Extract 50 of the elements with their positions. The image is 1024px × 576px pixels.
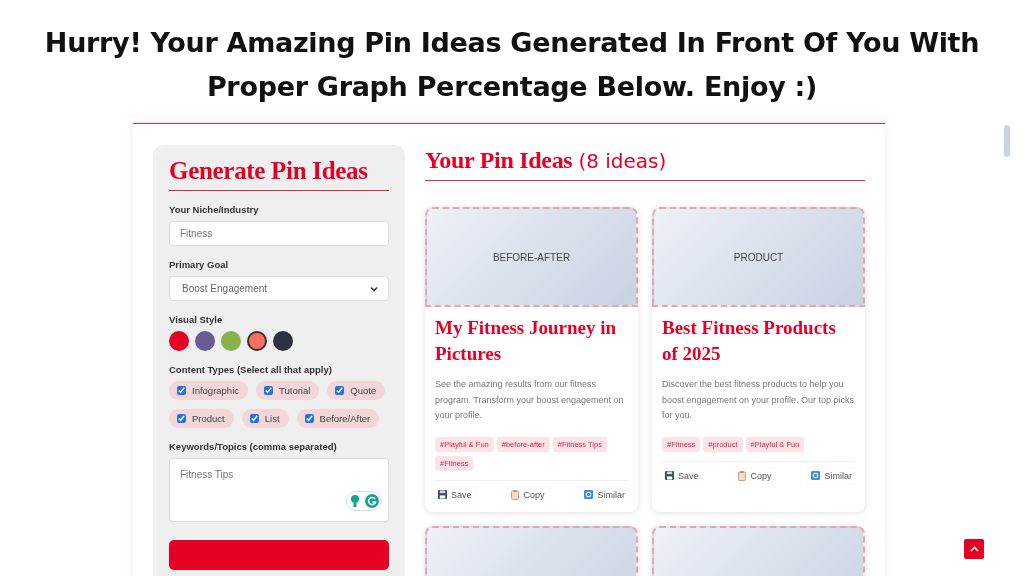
- pin-title: My Fitness Journey in Pictures: [435, 316, 618, 366]
- chevron-icon: [370, 285, 378, 292]
- checkbox[interactable]: [177, 386, 186, 395]
- color-swatch[interactable]: [169, 331, 189, 351]
- pin-description: Discover the best fitness products to help you boost engagement on your profile. Our top picks for you.: [662, 378, 855, 422]
- checkbox[interactable]: [177, 414, 186, 423]
- content-type-option[interactable]: Infographic: [169, 381, 248, 400]
- color-swatch[interactable]: [247, 331, 267, 351]
- pin-type-label: PRODUCT: [733, 251, 784, 263]
- checkbox[interactable]: [304, 414, 314, 423]
- card-action-button[interactable]: Copy: [508, 487, 548, 502]
- pin-description: See the amazing results from our fitness program. Transform your boost engagement on your profile.: [435, 378, 625, 422]
- content-type-option[interactable]: Quote: [327, 381, 386, 400]
- content-type-option[interactable]: Product: [169, 409, 234, 428]
- card-action-button[interactable]: Copy: [735, 468, 775, 483]
- card-action-button[interactable]: Similar: [581, 487, 628, 502]
- card-action-button[interactable]: Save: [435, 487, 475, 502]
- scrollbar-thumb[interactable]: [1004, 125, 1010, 157]
- idea-count: (8 ideas): [578, 149, 667, 173]
- color-swatch[interactable]: [195, 331, 215, 351]
- back-to-top-button[interactable]: [964, 539, 984, 559]
- target-square-icon: [811, 471, 821, 480]
- form-title: Generate Pin Ideas: [169, 157, 389, 191]
- clipboard-icon: [738, 470, 747, 481]
- checkbox[interactable]: [249, 414, 259, 423]
- keywords-field[interactable]: Fitness Tips: [169, 458, 389, 522]
- field-label: Visual Style: [169, 314, 224, 325]
- pin-type-label: BEFORE-AFTER: [492, 251, 571, 263]
- target-square-icon: [584, 490, 594, 499]
- goal-dropdown[interactable]: Boost Engagement: [169, 276, 389, 301]
- clipboard-icon: [511, 489, 520, 500]
- checkbox[interactable]: [264, 386, 273, 395]
- content-type-option[interactable]: List: [241, 409, 289, 428]
- field-label: Keywords/Topics (comma separated): [169, 441, 338, 452]
- card-action-button[interactable]: Similar: [808, 468, 855, 483]
- content-type-option[interactable]: Tutorial: [256, 381, 320, 400]
- field-label: Primary Goal: [169, 259, 230, 270]
- color-swatch[interactable]: [273, 331, 293, 351]
- field-label: Content Types (Select all that apply): [169, 364, 333, 375]
- chevron-up-icon: [969, 546, 979, 552]
- page-headline: Hurry! Your Amazing Pin Ideas Generated In Front Of You With Proper Graph Percentage Below. Enjoy :): [43, 26, 981, 102]
- checkbox[interactable]: [335, 386, 345, 395]
- content-type-option[interactable]: Before/After: [296, 409, 380, 428]
- color-swatch[interactable]: [221, 331, 241, 351]
- niche-field[interactable]: Fitness: [169, 221, 389, 246]
- card-action-button[interactable]: Save: [662, 468, 702, 483]
- field-label: Your Niche/Industry: [169, 204, 260, 215]
- results-title: Your Pin Ideas: [425, 147, 573, 174]
- assistant-icon: [346, 491, 382, 511]
- pin-title: Best Fitness Products of 2025: [662, 316, 837, 366]
